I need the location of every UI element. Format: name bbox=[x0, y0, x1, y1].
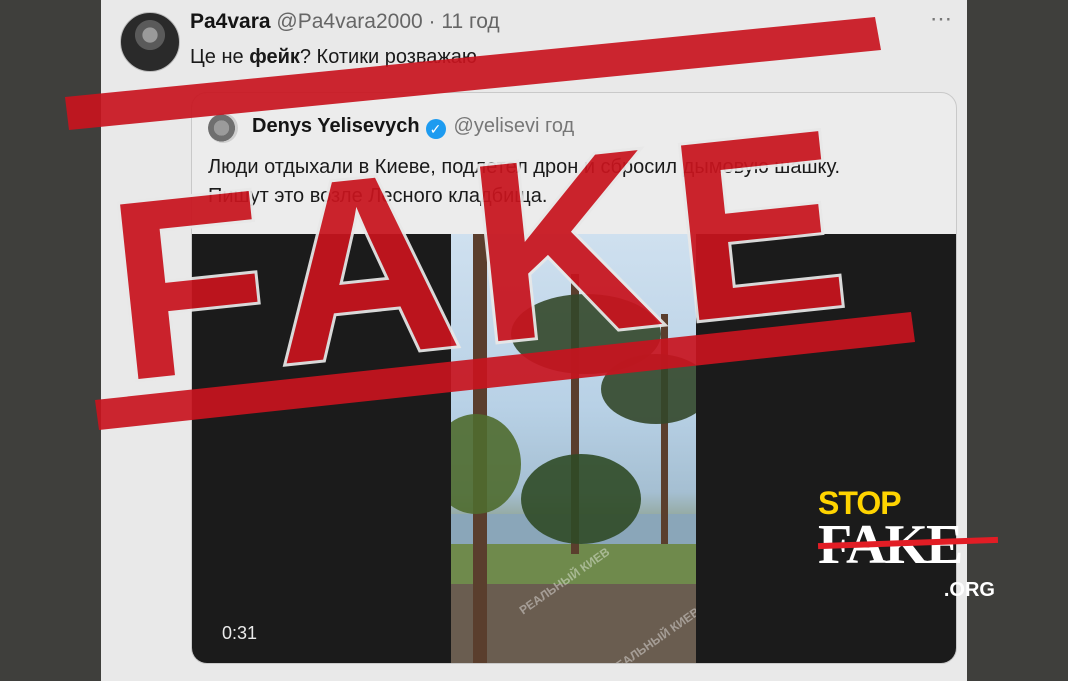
logo-org: .ORG bbox=[943, 579, 995, 601]
tree-foliage bbox=[451, 414, 521, 514]
tweet-text-start: Це не bbox=[190, 46, 250, 68]
display-name[interactable]: Pa4vara bbox=[190, 10, 271, 33]
video-duration: 0:31 bbox=[222, 623, 258, 643]
quoted-header: Denys Yelisevych ✓ @yelisevi год bbox=[252, 115, 574, 139]
quoted-timestamp[interactable]: год bbox=[545, 115, 574, 137]
tree-trunk bbox=[661, 314, 668, 544]
tweet-text-end: ? Котики розважаю bbox=[299, 46, 477, 68]
quoted-display-name[interactable]: Denys Yelisevych bbox=[252, 115, 420, 137]
quoted-handle[interactable]: @yelisevi bbox=[454, 115, 540, 137]
handle[interactable]: @Pa4vara2000 bbox=[276, 10, 422, 33]
ground bbox=[451, 584, 696, 663]
verified-badge-icon: ✓ bbox=[425, 119, 446, 139]
video-thumbnail[interactable]: РЕАЛЬНЫЙ КИЕВ РЕАЛЬНЫЙ КИЕВ bbox=[451, 234, 696, 663]
quoted-text-line: Люди отдыхали в Киеве, подлетел дрон и с… bbox=[208, 156, 841, 178]
timestamp[interactable]: 11 год bbox=[441, 10, 499, 33]
tweet-text-bold: фейк bbox=[249, 46, 300, 68]
tweet-text: Це не фейк? Котики розважаю bbox=[190, 46, 477, 69]
avatar[interactable] bbox=[120, 12, 180, 72]
stopfake-logo: STOP FAKE .ORG bbox=[817, 485, 1003, 605]
tree-foliage bbox=[521, 454, 641, 544]
separator: · bbox=[428, 10, 436, 33]
more-options-icon[interactable]: ⋯ bbox=[930, 6, 953, 32]
quoted-text-line: Пишут это возле Лесного кладбища. bbox=[208, 185, 548, 207]
quoted-avatar[interactable] bbox=[208, 113, 238, 143]
quoted-text: Люди отдыхали в Киеве, подлетел дрон и с… bbox=[208, 153, 943, 211]
tree-foliage bbox=[601, 354, 696, 424]
tweet-header: Pa4vara @Pa4vara2000 · 11 год bbox=[190, 10, 500, 34]
